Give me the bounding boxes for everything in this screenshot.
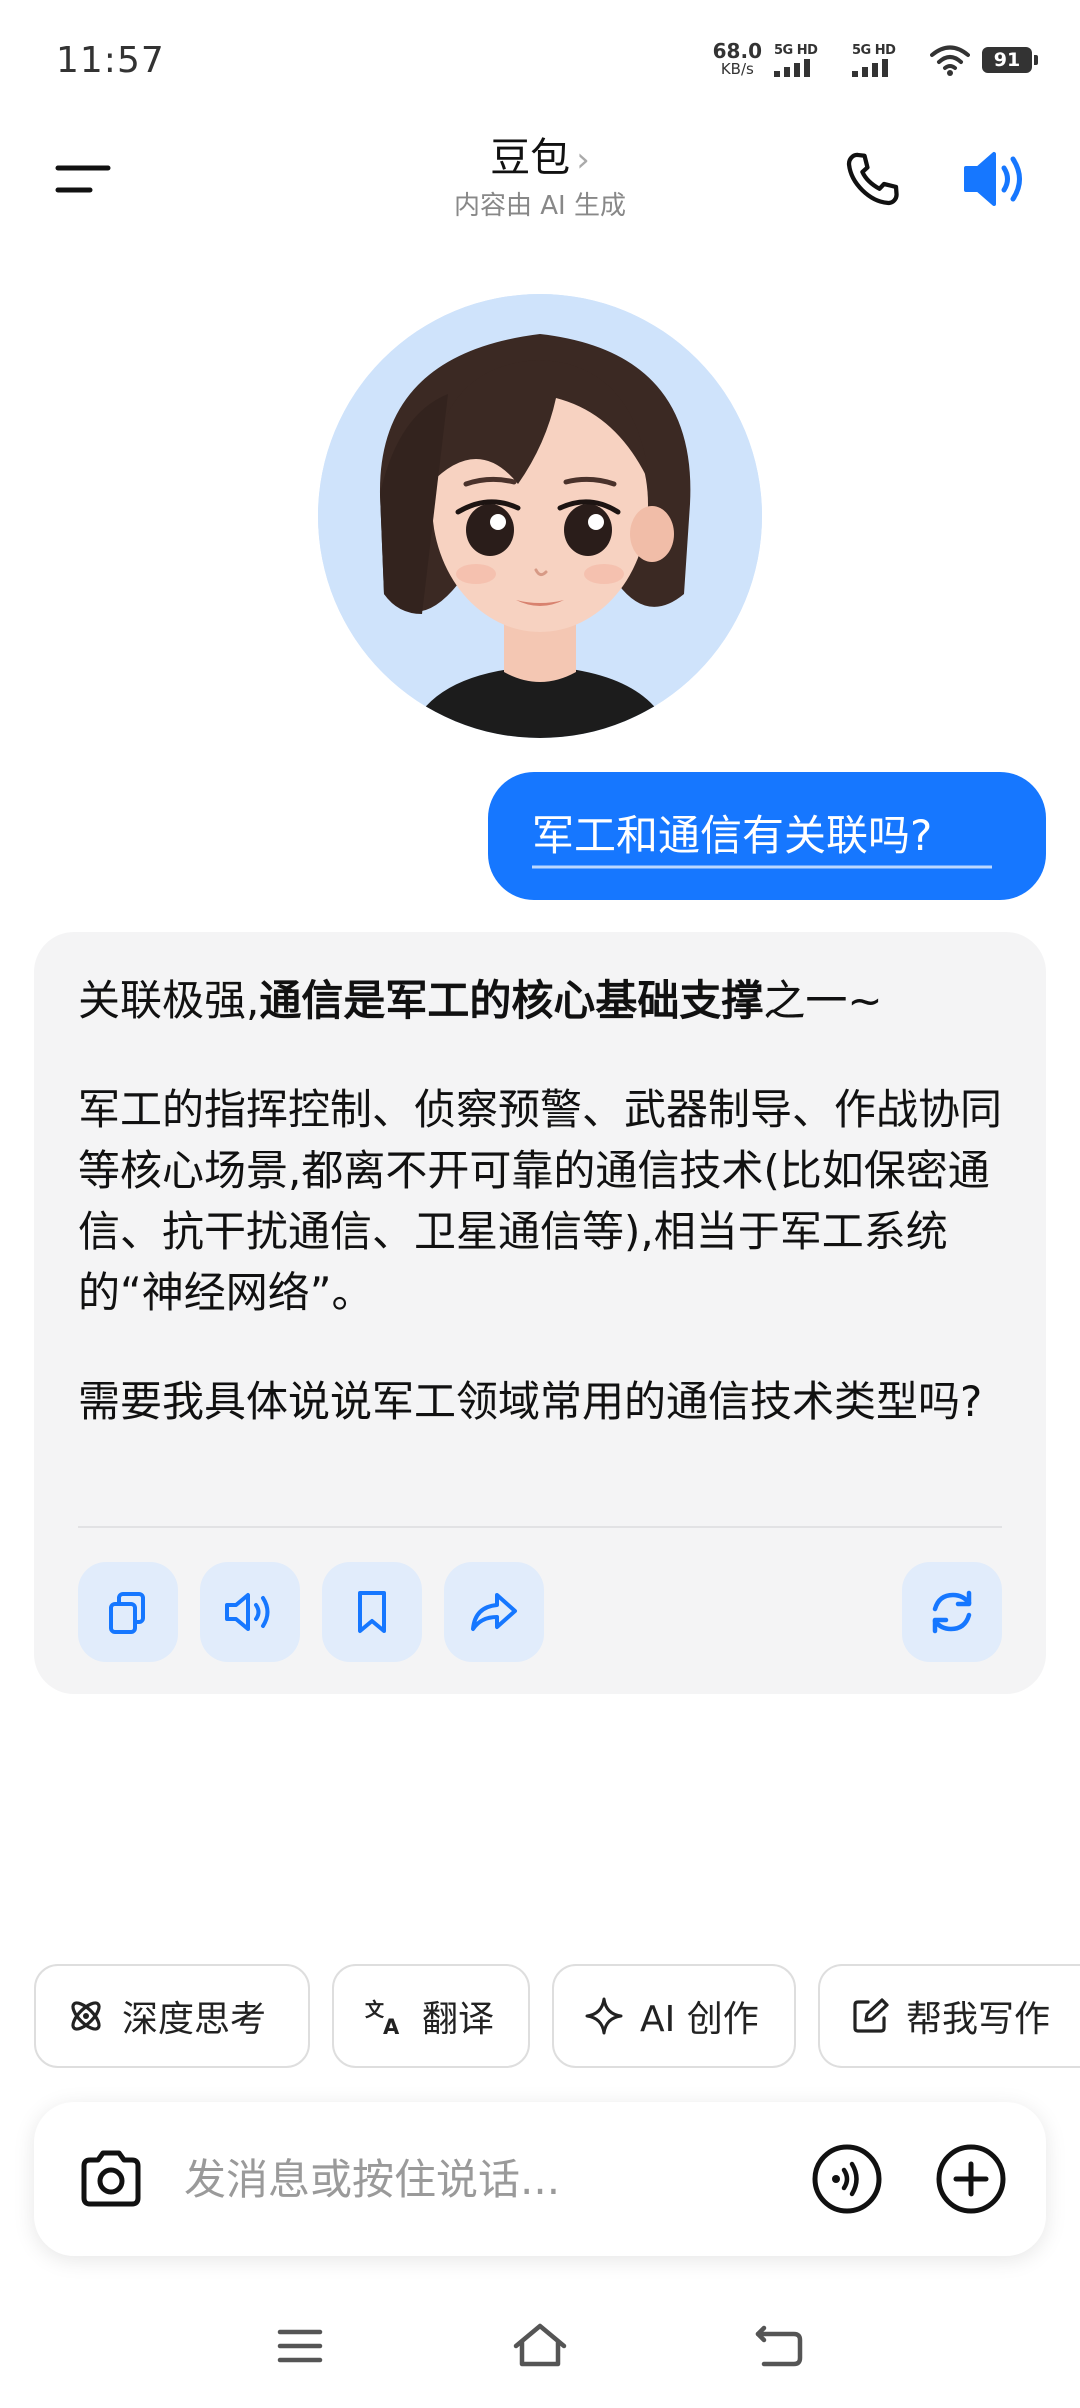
- nav-back-button[interactable]: [750, 2320, 810, 2372]
- sparkle-icon: [585, 1997, 623, 2035]
- svg-text:文: 文: [365, 1998, 385, 2021]
- user-message-underline: [532, 865, 992, 869]
- chip-ai-create[interactable]: AI 创作: [552, 1964, 796, 2068]
- status-indicators: 68.0 KB/s 5G HD 5G HD 91: [712, 39, 1038, 78]
- menu-icon: [55, 165, 111, 193]
- wifi-icon: [930, 45, 970, 76]
- chip-translate-label: 翻译: [422, 1999, 495, 2040]
- nav-home-button[interactable]: [510, 2320, 570, 2372]
- read-aloud-icon: [225, 1593, 270, 1631]
- regenerate-button[interactable]: [902, 1562, 1002, 1662]
- signal-sim2: 5G HD: [852, 43, 918, 77]
- phone-icon: [846, 152, 899, 206]
- chat-title: 豆包: [490, 135, 571, 181]
- network-speed: 68.0 KB/s: [712, 39, 762, 78]
- assistant-avatar-illustration: [318, 294, 762, 738]
- deep-think-icon: [71, 2001, 101, 2031]
- user-message-text: 军工和通信有关联吗?: [532, 811, 933, 860]
- regenerate-icon: [932, 1590, 972, 1634]
- signal-sim1: 5G HD: [774, 43, 840, 77]
- chip-deep-think[interactable]: 深度思考: [34, 1964, 310, 2068]
- chip-help-write-label: 帮我写作: [906, 1999, 1051, 2040]
- battery-indicator: 91: [982, 47, 1038, 73]
- user-message-bubble[interactable]: 军工和通信有关联吗?: [488, 772, 1046, 900]
- camera-icon: [81, 2150, 141, 2207]
- message-divider: [78, 1526, 1002, 1528]
- chevron-right-icon: ›: [576, 140, 590, 180]
- edit-icon: [853, 1998, 889, 2033]
- voice-input-button[interactable]: [810, 2142, 884, 2216]
- nav-recents-button[interactable]: [270, 2320, 330, 2372]
- voice-call-button[interactable]: [840, 148, 904, 212]
- chip-help-write[interactable]: 帮我写作: [818, 1964, 1080, 2068]
- bookmark-button[interactable]: [322, 1562, 422, 1662]
- read-aloud-button[interactable]: [200, 1562, 300, 1662]
- signal-bars-icon: [852, 59, 888, 77]
- speaker-toggle-button[interactable]: [960, 146, 1030, 212]
- status-time: 11:57: [56, 40, 165, 81]
- bookmark-icon: [358, 1591, 386, 1633]
- assistant-message-bubble: 关联极强,通信是军工的核心基础支撑之一~ 军工的指挥控制、侦察预警、武器制导、作…: [34, 932, 1046, 1694]
- plus-icon: [936, 2144, 1006, 2214]
- share-icon: [471, 1593, 517, 1631]
- network-speed-value: 68.0: [712, 39, 762, 63]
- chip-ai-create-label: AI 创作: [640, 1999, 759, 2040]
- recents-menu-icon: [277, 2329, 323, 2363]
- camera-button[interactable]: [74, 2142, 148, 2216]
- reply-paragraph-2: 军工的指挥控制、侦察预警、武器制导、作战协同等核心场景,都离不开可靠的通信技术(…: [78, 1085, 1003, 1317]
- more-options-button[interactable]: [934, 2142, 1008, 2216]
- assistant-avatar[interactable]: [318, 294, 762, 738]
- share-button[interactable]: [444, 1562, 544, 1662]
- svg-text:A: A: [383, 2015, 400, 2036]
- chip-deep-think-label: 深度思考: [122, 1999, 267, 2040]
- reply-line1-prefix: 关联极强,: [78, 976, 260, 1025]
- doubao-chat-screen: 11:57 68.0 KB/s 5G HD 5G HD 91 豆包 › 内容由 …: [0, 0, 1080, 2408]
- copy-button[interactable]: [78, 1562, 178, 1662]
- reply-paragraph-3: 需要我具体说说军工领域常用的通信技术类型吗?: [78, 1377, 983, 1426]
- home-icon: [513, 2323, 567, 2367]
- back-icon: [755, 2325, 803, 2367]
- assistant-message-text: 关联极强,通信是军工的核心基础支撑之一~ 军工的指挥控制、侦察预警、武器制导、作…: [78, 970, 1008, 1432]
- network-speed-unit: KB/s: [720, 60, 754, 78]
- reply-paragraph-1: 关联极强,通信是军工的核心基础支撑之一~: [78, 970, 1008, 1031]
- signal-bars-icon: [774, 59, 810, 77]
- ai-generated-notice: 内容由 AI 生成: [454, 191, 626, 221]
- chat-title-area[interactable]: 豆包 › 内容由 AI 生成: [340, 130, 740, 224]
- message-input[interactable]: [184, 2146, 804, 2212]
- translate-icon: 文 A: [365, 1998, 400, 2036]
- copy-icon: [109, 1592, 145, 1634]
- status-bar: 11:57 68.0 KB/s 5G HD 5G HD 91: [0, 0, 1080, 120]
- message-composer: [34, 2102, 1046, 2256]
- signal-sim2-label: 5G HD: [852, 43, 896, 58]
- voice-wave-icon: [812, 2144, 882, 2214]
- reply-line1-suffix: 之一~: [763, 976, 883, 1025]
- signal-sim1-label: 5G HD: [774, 43, 818, 58]
- speaker-icon: [964, 152, 1022, 206]
- chip-translate[interactable]: 文 A 翻译: [332, 1964, 530, 2068]
- reply-line1-emphasis: 通信是军工的核心基础支撑: [259, 976, 764, 1025]
- menu-button[interactable]: [54, 160, 114, 200]
